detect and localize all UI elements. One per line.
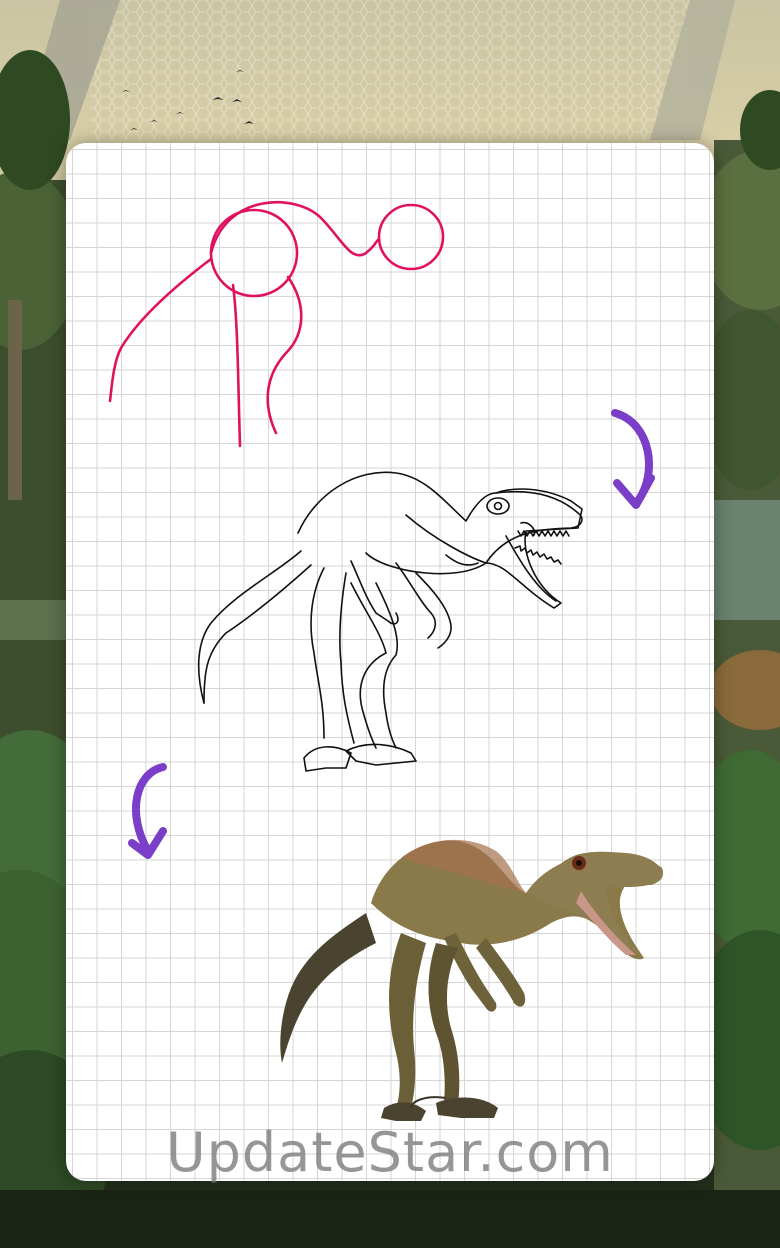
drawing-grid-card [66, 143, 714, 1181]
drawing-steps [108, 200, 664, 1121]
watermark-text: UpdateStar.com [166, 1121, 614, 1184]
colored-step [280, 839, 664, 1121]
sketch-step [108, 200, 445, 448]
curved-arrow-down-icon [128, 763, 167, 859]
curved-arrow-down-icon [611, 409, 655, 509]
line-art-step [197, 471, 583, 772]
